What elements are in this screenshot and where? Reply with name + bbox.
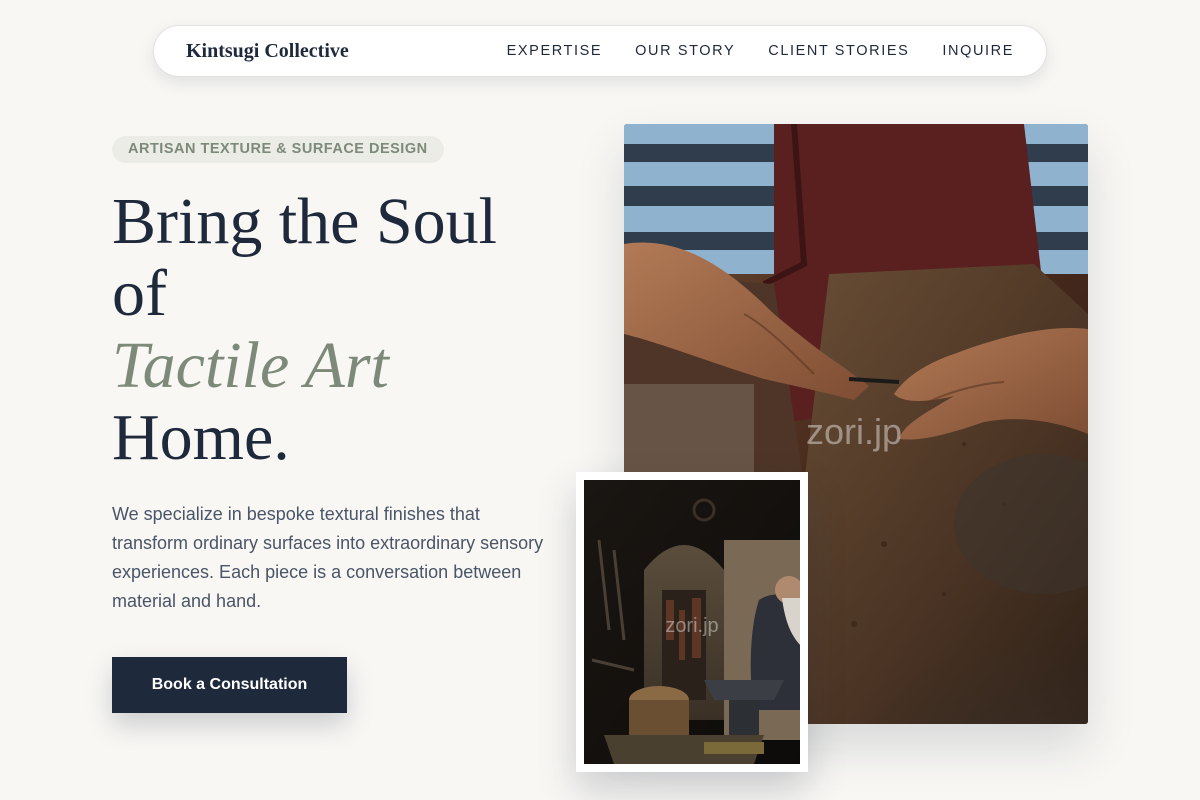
hero-headline: Bring the Soul of Tactile Art Home. xyxy=(112,186,572,474)
top-navigation: Kintsugi Collective EXPERTISE OUR STORY … xyxy=(153,25,1047,77)
nav-link-expertise[interactable]: EXPERTISE xyxy=(507,43,603,59)
book-consultation-button[interactable]: Book a Consultation xyxy=(112,657,347,713)
nav-link-our-story[interactable]: OUR STORY xyxy=(635,43,735,59)
hero-description: We specialize in bespoke textural finish… xyxy=(112,504,544,611)
eyebrow-badge: ARTISAN TEXTURE & SURFACE DESIGN xyxy=(112,136,444,163)
headline-line-1: Bring the Soul xyxy=(112,185,498,258)
workshop-image: zori.jp xyxy=(584,480,800,764)
headline-accent: Tactile Art xyxy=(112,329,389,402)
headline-line-3: Home. xyxy=(112,401,290,474)
nav-link-client-stories[interactable]: CLIENT STORIES xyxy=(768,43,909,59)
nav-link-inquire[interactable]: INQUIRE xyxy=(942,43,1014,59)
small-photo-watermark: zori.jp xyxy=(665,615,718,637)
nav-links: EXPERTISE OUR STORY CLIENT STORIES INQUI… xyxy=(507,43,1014,59)
workshop-photo-frame: zori.jp xyxy=(576,472,808,772)
headline-line-2: of xyxy=(112,257,167,330)
workshop-photo: zori.jp xyxy=(584,480,800,764)
main-photo-watermark: zori.jp xyxy=(806,411,902,452)
brand-logo[interactable]: Kintsugi Collective xyxy=(186,40,349,63)
